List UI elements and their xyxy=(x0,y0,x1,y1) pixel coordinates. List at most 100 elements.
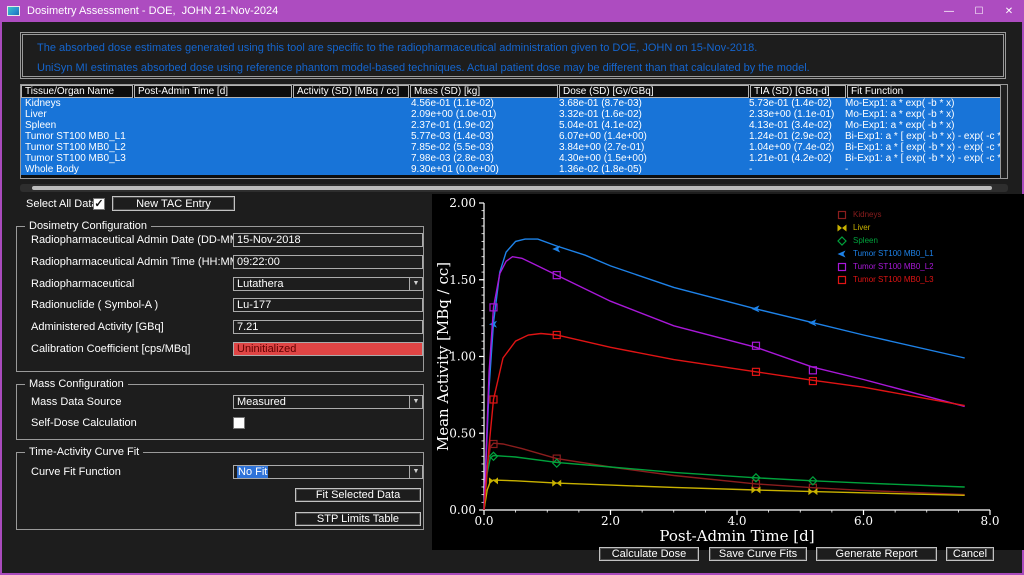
column-header[interactable]: Activity (SD) [MBq / cc] xyxy=(293,85,409,98)
table-cell: 4.13e-01 (3.4e-02) xyxy=(745,120,841,131)
table-cell: 5.04e-01 (4.1e-02) xyxy=(555,120,745,131)
table-cell xyxy=(291,131,407,142)
table-cell xyxy=(133,131,291,142)
table-cell: - xyxy=(841,164,1001,175)
column-header[interactable]: Mass (SD) [kg] xyxy=(410,85,558,98)
column-header[interactable]: Tissue/Organ Name xyxy=(21,85,133,98)
radiopharmaceutical-value: Lutathera xyxy=(237,278,283,290)
chevron-down-icon[interactable]: ▼ xyxy=(409,396,422,408)
group-title: Dosimetry Configuration xyxy=(25,220,151,232)
legend-item: Tumor ST100 MB0_L2 xyxy=(836,260,934,273)
chevron-down-icon[interactable]: ▼ xyxy=(409,278,422,290)
table-row[interactable]: Spleen2.37e-01 (1.9e-02)5.04e-01 (4.1e-0… xyxy=(21,120,1007,131)
legend-label: Liver xyxy=(853,223,870,232)
calibration-coefficient-input[interactable]: Uninitialized xyxy=(233,342,423,356)
cancel-button[interactable]: Cancel xyxy=(946,547,994,561)
mass-data-source-label: Mass Data Source xyxy=(31,396,121,408)
table-cell xyxy=(133,109,291,120)
column-header[interactable]: Post-Admin Time [d] xyxy=(134,85,292,98)
close-icon[interactable]: ✕ xyxy=(994,0,1024,22)
column-header[interactable]: TIA (SD) [GBq-d] xyxy=(750,85,846,98)
fit-selected-data-button[interactable]: Fit Selected Data xyxy=(295,488,421,502)
table-cell xyxy=(291,164,407,175)
admin-date-input[interactable]: 15-Nov-2018 xyxy=(233,233,423,247)
maximize-icon[interactable]: ☐ xyxy=(964,0,994,22)
table-cell: 7.85e-02 (5.5e-03) xyxy=(407,142,555,153)
column-header[interactable]: Fit Function xyxy=(847,85,1007,98)
table-cell: 3.68e-01 (8.7e-03) xyxy=(555,98,745,109)
table-cell: Bi-Exp1: a * [ exp( -b * x) - exp( -c * … xyxy=(841,142,1001,153)
svg-text:4.0: 4.0 xyxy=(727,514,746,528)
save-curve-fits-button[interactable]: Save Curve Fits xyxy=(709,547,807,561)
table-cell: 1.04e+00 (7.4e-02) xyxy=(745,142,841,153)
table-row[interactable]: Tumor ST100 MB0_L15.77e-03 (1.4e-03)6.07… xyxy=(21,131,1007,142)
table-cell: 2.37e-01 (1.9e-02) xyxy=(407,120,555,131)
legend-item: Tumor ST100 MB0_L1 xyxy=(836,247,934,260)
table-cell: 1.21e-01 (4.2e-02) xyxy=(745,153,841,164)
app-window: Dosimetry Assessment - DOE, JOHN 21-Nov-… xyxy=(0,0,1024,575)
column-header[interactable]: Dose (SD) [Gy/GBq] xyxy=(559,85,749,98)
svg-text:2.0: 2.0 xyxy=(601,514,620,528)
table-cell: Tumor ST100 MB0_L1 xyxy=(21,131,133,142)
legend-item: Spleen xyxy=(836,234,934,247)
table-cell: 4.56e-01 (1.1e-02) xyxy=(407,98,555,109)
legend-marker-icon xyxy=(836,261,848,273)
generate-report-button[interactable]: Generate Report xyxy=(816,547,937,561)
data-point-marker xyxy=(838,237,846,245)
table-cell xyxy=(291,153,407,164)
table-cell xyxy=(133,142,291,153)
svg-text:0.50: 0.50 xyxy=(449,426,476,440)
radionuclide-input[interactable]: Lu-177 xyxy=(233,298,423,312)
chevron-down-icon[interactable]: ▼ xyxy=(409,466,422,478)
window-title: Dosimetry Assessment - DOE, JOHN 21-Nov-… xyxy=(27,5,278,17)
table-cell: Mo-Exp1: a * exp( -b * x) xyxy=(841,120,1001,131)
group-title: Mass Configuration xyxy=(25,378,128,390)
table-cell: Tumor ST100 MB0_L2 xyxy=(21,142,133,153)
group-title: Time-Activity Curve Fit xyxy=(25,446,143,458)
table-cell: 1.36e-02 (1.8e-05) xyxy=(555,164,745,175)
svg-text:0.00: 0.00 xyxy=(449,503,476,517)
dosimetry-configuration-group: Dosimetry Configuration Radiopharmaceuti… xyxy=(16,226,424,372)
legend-marker-icon xyxy=(836,235,848,247)
table-vertical-scrollbar[interactable] xyxy=(1000,85,1007,178)
table-cell: 2.09e+00 (1.0e-01) xyxy=(407,109,555,120)
svg-text:Post-Admin Time [d]: Post-Admin Time [d] xyxy=(659,527,814,545)
data-point-marker xyxy=(839,276,846,283)
mass-configuration-group: Mass Configuration Mass Data Source Meas… xyxy=(16,384,424,440)
scrollbar-thumb[interactable] xyxy=(32,186,992,190)
table-cell: 9.30e+01 (0.0e+00) xyxy=(407,164,555,175)
select-all-checkbox[interactable]: ✓ xyxy=(93,198,105,210)
stp-limits-table-button[interactable]: STP Limits Table xyxy=(295,512,421,526)
table-row[interactable]: Liver2.09e+00 (1.0e-01)3.32e-01 (1.6e-02… xyxy=(21,109,1007,120)
curve-fit-function-dropdown[interactable]: No Fit ▼ xyxy=(233,465,423,479)
table-cell: 3.84e+00 (2.7e-01) xyxy=(555,142,745,153)
table-row[interactable]: Tumor ST100 MB0_L2 7.85e-02 (5.5e-03)3.84… xyxy=(21,142,1007,153)
table-row[interactable]: Kidneys4.56e-01 (1.1e-02)3.68e-01 (8.7e-… xyxy=(21,98,1007,109)
admin-time-label: Radiopharmaceutical Admin Time (HH:MM:SS… xyxy=(31,256,260,268)
radiopharmaceutical-dropdown[interactable]: Lutathera ▼ xyxy=(233,277,423,291)
titlebar: Dosimetry Assessment - DOE, JOHN 21-Nov-… xyxy=(0,0,1024,22)
select-all-label: Select All Data xyxy=(26,198,98,210)
mass-data-source-dropdown[interactable]: Measured ▼ xyxy=(233,395,423,409)
administered-activity-input[interactable]: 7.21 xyxy=(233,320,423,334)
table-row[interactable]: Whole Body9.30e+01 (0.0e+00)1.36e-02 (1.… xyxy=(21,164,1007,175)
table-horizontal-scrollbar[interactable] xyxy=(20,184,1008,192)
data-point-marker xyxy=(552,480,561,487)
curve-fit-function-value: No Fit xyxy=(237,466,268,478)
new-tac-entry-button[interactable]: New TAC Entry xyxy=(112,196,235,211)
legend-marker-icon xyxy=(836,274,848,286)
mass-data-source-value: Measured xyxy=(237,396,286,408)
self-dose-checkbox[interactable] xyxy=(233,417,245,429)
table-cell xyxy=(133,153,291,164)
curve-fit-function-label: Curve Fit Function xyxy=(31,466,121,478)
table-cell: 7.98e-03 (2.8e-03) xyxy=(407,153,555,164)
table-body: Kidneys4.56e-01 (1.1e-02)3.68e-01 (8.7e-… xyxy=(21,98,1007,175)
minimize-icon[interactable]: — xyxy=(934,0,964,22)
calculate-dose-button[interactable]: Calculate Dose xyxy=(599,547,699,561)
admin-time-input[interactable]: 09:22:00 xyxy=(233,255,423,269)
legend-marker-icon xyxy=(836,248,848,260)
app-icon xyxy=(7,6,20,16)
svg-text:1.50: 1.50 xyxy=(449,273,476,287)
table-row[interactable]: Tumor ST100 MB0_L37.98e-03 (2.8e-03)4.30… xyxy=(21,153,1007,164)
table-cell: 1.24e-01 (2.9e-02) xyxy=(745,131,841,142)
